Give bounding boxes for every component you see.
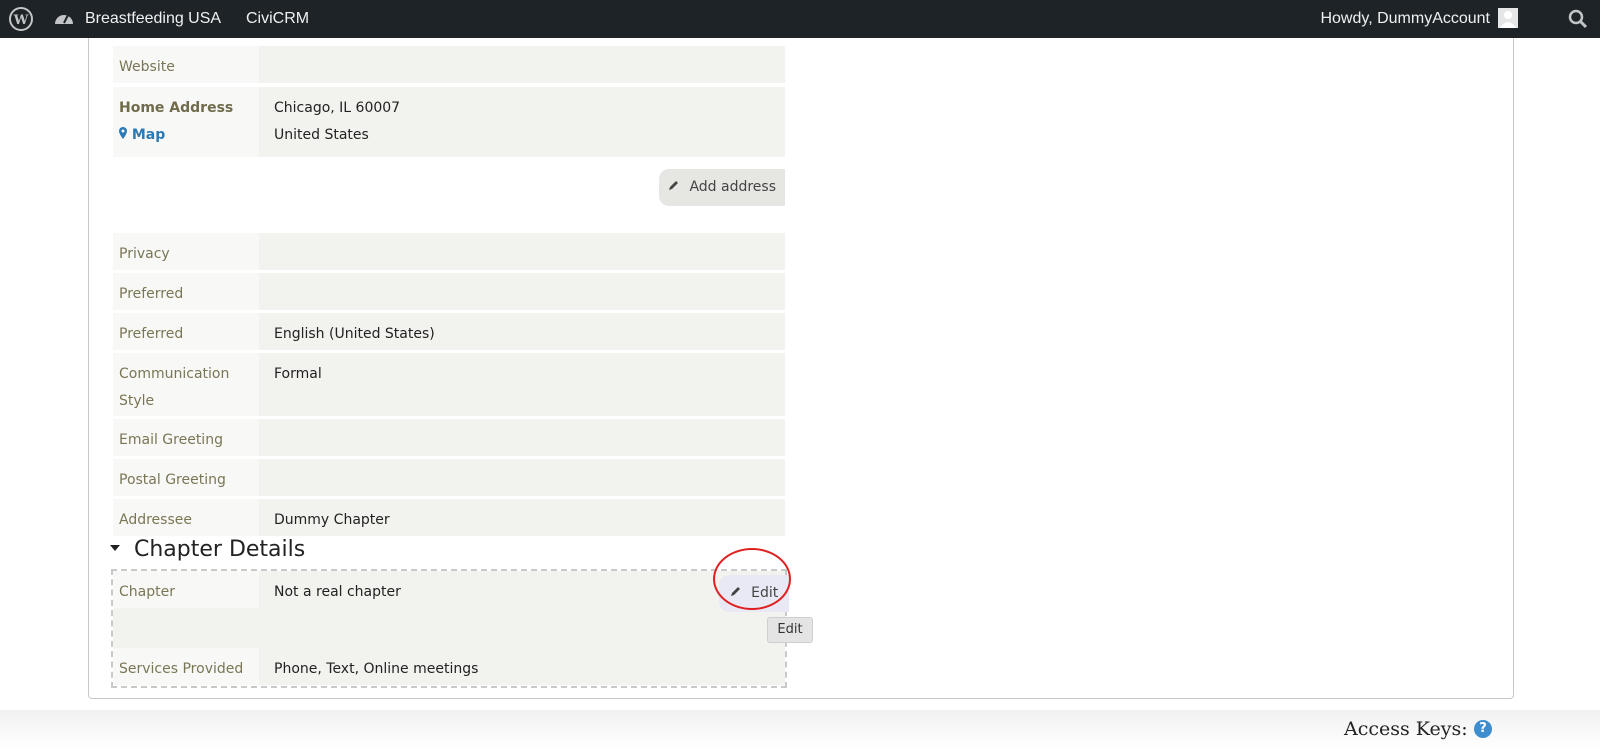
communication-style-label: Communication Style xyxy=(113,353,259,416)
email-greeting-value xyxy=(259,419,785,456)
civicrm-menu-link[interactable]: CiviCRM xyxy=(246,0,309,38)
website-row: Website xyxy=(113,46,785,83)
map-label: Map xyxy=(131,127,166,143)
preferred-methods-row: Preferred Method(s) xyxy=(113,273,785,329)
chapter-spacer-cell xyxy=(113,608,785,648)
addressee-label: Addressee xyxy=(113,499,259,536)
preferred-methods-label: Preferred Method(s) xyxy=(113,273,259,329)
preferred-language-value: English (United States) xyxy=(259,313,785,350)
privacy-row: Privacy xyxy=(113,233,785,270)
website-label: Website xyxy=(113,46,259,83)
communication-style-value: Formal xyxy=(259,353,785,416)
chapter-spacer-row xyxy=(113,608,785,648)
help-icon[interactable]: ? xyxy=(1474,720,1492,738)
site-name-link[interactable]: Breastfeeding USA xyxy=(85,0,221,38)
communication-style-row: Communication Style Formal xyxy=(113,353,785,416)
communication-prefs-table: Privacy Preferred Method(s) Preferred La… xyxy=(113,233,785,539)
address-line-2: United States xyxy=(274,127,369,143)
wordpress-logo-icon[interactable]: W xyxy=(8,0,38,38)
highlight-circle xyxy=(713,548,791,610)
email-greeting-label: Email Greeting xyxy=(113,419,259,456)
chapter-description-value: Not a real chapter xyxy=(259,571,785,608)
website-value xyxy=(259,46,785,83)
addressee-value: Dummy Chapter xyxy=(259,499,785,536)
chapter-details-title: Chapter Details xyxy=(134,537,306,562)
postal-greeting-label: Postal Greeting xyxy=(113,459,259,496)
preferred-methods-value xyxy=(259,273,785,310)
avatar-icon[interactable] xyxy=(1498,8,1518,28)
chapter-description-label: Chapter Description xyxy=(113,571,259,627)
search-icon[interactable] xyxy=(1568,9,1588,29)
addressee-row: Addressee Dummy Chapter xyxy=(113,499,785,536)
services-provided-row: Services Provided Phone, Text, Online me… xyxy=(113,648,785,685)
privacy-label: Privacy xyxy=(113,233,259,270)
access-keys-label: Access Keys: xyxy=(1344,718,1468,740)
add-address-label: Add address xyxy=(689,179,776,195)
map-marker-icon xyxy=(119,127,132,143)
home-address-label-cell: Home Address Map xyxy=(113,87,259,157)
caret-down-icon xyxy=(110,545,120,551)
edit-tooltip: Edit xyxy=(767,617,813,643)
services-provided-label: Services Provided xyxy=(113,648,259,685)
address-line-1: Chicago, IL 60007 xyxy=(274,100,401,116)
email-greeting-row: Email Greeting xyxy=(113,419,785,456)
home-address-label: Home Address xyxy=(119,100,234,116)
account-menu-link[interactable]: Howdy, DummyAccount xyxy=(1320,0,1490,38)
contact-info-table: Website Home Address Map Chicago, IL 600… xyxy=(113,46,785,160)
chapter-details-table: Chapter Description Not a real chapter S… xyxy=(113,571,785,688)
chapter-description-row: Chapter Description Not a real chapter xyxy=(113,571,785,627)
svg-text:W: W xyxy=(13,13,29,28)
pencil-icon xyxy=(668,169,680,206)
preferred-language-label: Preferred Language xyxy=(113,313,259,369)
admin-bar: W Breastfeeding USA CiviCRM Howdy, Dummy… xyxy=(0,0,1600,38)
dashboard-icon[interactable] xyxy=(53,0,77,38)
home-address-row: Home Address Map Chicago, IL 60007 Unite… xyxy=(113,87,785,157)
preferred-language-row: Preferred Language English (United State… xyxy=(113,313,785,369)
home-address-value: Chicago, IL 60007 United States xyxy=(259,87,785,157)
postal-greeting-value xyxy=(259,459,785,496)
add-address-button[interactable]: Add address xyxy=(659,169,785,206)
postal-greeting-row: Postal Greeting xyxy=(113,459,785,496)
chapter-details-toggle[interactable]: Chapter Details xyxy=(110,535,305,565)
services-provided-value: Phone, Text, Online meetings xyxy=(259,648,785,685)
privacy-value xyxy=(259,233,785,270)
map-link[interactable]: Map xyxy=(119,122,253,149)
